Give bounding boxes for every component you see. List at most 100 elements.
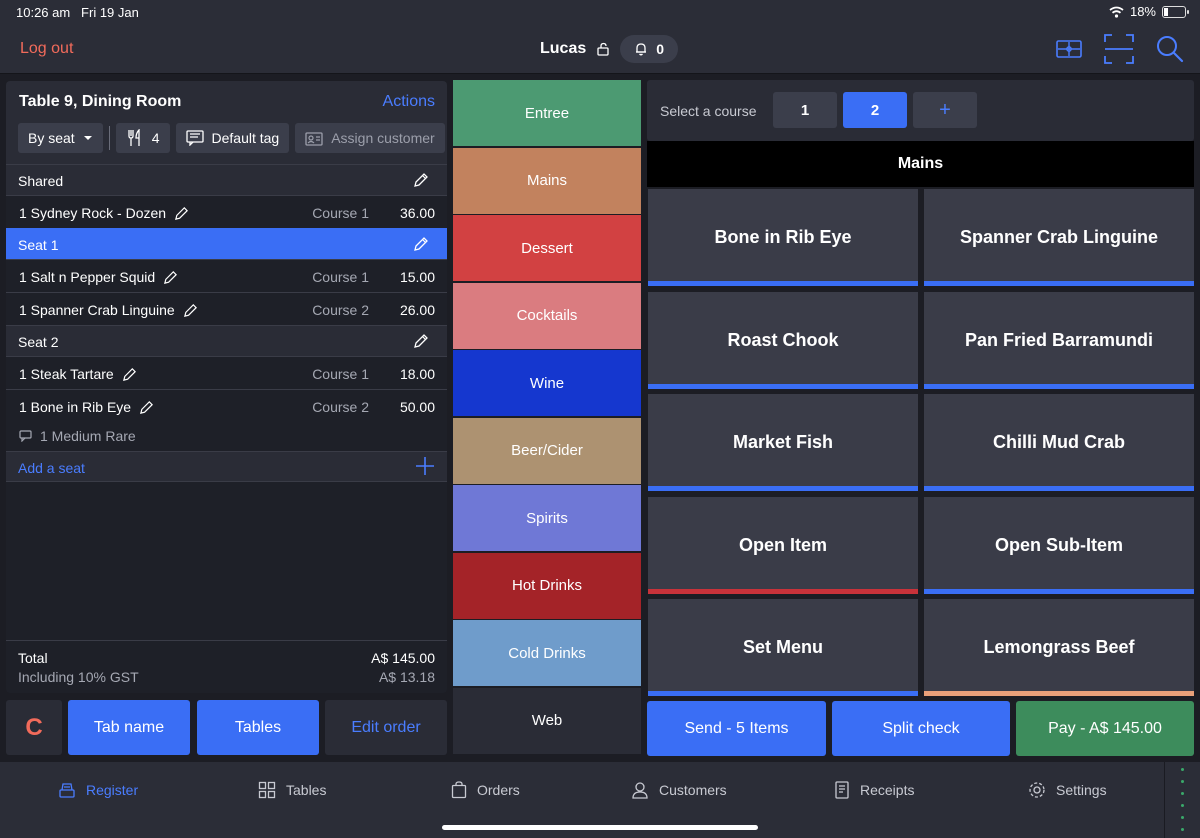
product-spanner-crab-linguine[interactable]: Spanner Crab Linguine <box>924 189 1194 286</box>
add-course-button[interactable]: + <box>913 92 977 128</box>
nav-label: Customers <box>659 782 727 798</box>
product-open-sub-item[interactable]: Open Sub-Item <box>924 497 1194 594</box>
product-open-item[interactable]: Open Item <box>648 497 918 594</box>
order-item-price: 26.00 <box>399 302 435 318</box>
gift-card-icon[interactable] <box>1056 39 1082 59</box>
order-item-row[interactable]: 1 Sydney Rock - Dozen Course 1 36.00 <box>6 195 447 228</box>
pay-button[interactable]: Pay - A$ 145.00 <box>1016 701 1194 756</box>
gst-label: Including 10% GST <box>18 669 139 685</box>
seat-1-section[interactable]: Seat 1 <box>6 228 447 259</box>
notifications-button[interactable]: 0 <box>620 35 679 63</box>
cutlery-icon <box>128 129 140 146</box>
course-selector: Select a course 1 2 + <box>647 80 1194 141</box>
covers-button[interactable]: 4 <box>115 123 170 153</box>
product-lemongrass-beef[interactable]: Lemongrass Beef <box>924 599 1194 696</box>
drag-handle[interactable] <box>1178 768 1186 838</box>
pencil-icon[interactable] <box>413 236 429 252</box>
category-web[interactable]: Web <box>453 687 641 754</box>
order-item-course: Course 1 <box>312 366 369 382</box>
product-chilli-mud-crab[interactable]: Chilli Mud Crab <box>924 394 1194 491</box>
gst-value: A$ 13.18 <box>378 669 435 685</box>
edit-order-button[interactable]: Edit order <box>325 700 447 755</box>
send-items-button[interactable]: Send - 5 Items <box>647 701 826 756</box>
battery-icon <box>1162 5 1189 18</box>
seat-2-section[interactable]: Seat 2 <box>6 325 447 356</box>
covers-count: 4 <box>151 130 160 146</box>
pencil-icon[interactable] <box>139 400 154 415</box>
tab-name-button[interactable]: Tab name <box>68 700 190 755</box>
category-entree[interactable]: Entree <box>453 80 641 146</box>
pencil-icon[interactable] <box>183 303 198 318</box>
product-label: Lemongrass Beef <box>983 637 1135 657</box>
caret-down-icon <box>83 136 92 140</box>
order-item-course: Course 1 <box>312 205 369 221</box>
category-mains[interactable]: Mains <box>453 147 641 214</box>
customers-icon <box>632 782 648 799</box>
shared-section[interactable]: Shared <box>6 164 447 195</box>
category-dessert[interactable]: Dessert <box>453 215 641 281</box>
order-item-row[interactable]: 1 Spanner Crab Linguine Course 2 26.00 <box>6 292 447 325</box>
clear-button[interactable]: C <box>6 700 62 755</box>
receipts-icon <box>835 781 849 799</box>
course-2-button[interactable]: 2 <box>843 92 907 128</box>
nav-receipts[interactable]: Receipts <box>834 781 914 799</box>
product-label: Roast Chook <box>727 330 839 350</box>
product-market-fish[interactable]: Market Fish <box>648 394 918 491</box>
pencil-icon[interactable] <box>122 367 137 382</box>
product-pan-fried-barramundi[interactable]: Pan Fried Barramundi <box>924 292 1194 389</box>
nav-register[interactable]: Register <box>58 781 138 799</box>
nav-label: Register <box>86 782 139 798</box>
category-wine[interactable]: Wine <box>453 350 641 416</box>
order-item-row[interactable]: 1 Salt n Pepper Squid Course 1 15.00 <box>6 259 447 292</box>
nav-tables[interactable]: Tables <box>258 781 326 799</box>
item-name-text: 1 Salt n Pepper Squid <box>19 269 156 285</box>
order-chip-row: By seat 4 Default tag Assign customer <box>18 123 445 153</box>
order-panel: Table 9, Dining Room Actions By seat 4 D… <box>6 81 447 693</box>
product-label: Pan Fried Barramundi <box>964 330 1154 350</box>
battery-percent: 18% <box>1129 4 1156 19</box>
total-value: A$ 145.00 <box>371 650 435 666</box>
category-cocktails[interactable]: Cocktails <box>453 282 641 349</box>
product-label: Chilli Mud Crab <box>993 432 1125 452</box>
user-name[interactable]: Lucas <box>540 40 586 58</box>
pencil-icon[interactable] <box>413 172 429 188</box>
nav-customers[interactable]: Customers <box>631 781 727 799</box>
product-color-bar <box>648 691 918 696</box>
product-set-menu[interactable]: Set Menu <box>648 599 918 696</box>
category-beer-cider[interactable]: Beer/Cider <box>453 417 641 484</box>
order-item-row[interactable]: 1 Bone in Rib Eye Course 2 50.00 1 Mediu… <box>6 389 447 451</box>
split-check-button[interactable]: Split check <box>832 701 1010 756</box>
customer-card-icon <box>305 132 323 146</box>
product-color-bar <box>924 589 1194 594</box>
actions-button[interactable]: Actions <box>383 93 435 111</box>
order-header: Table 9, Dining Room Actions By seat 4 D… <box>6 81 447 164</box>
pencil-icon[interactable] <box>174 206 189 221</box>
top-icons <box>1056 34 1184 64</box>
nav-orders[interactable]: Orders <box>451 781 520 799</box>
seat-2-label: Seat 2 <box>18 334 59 350</box>
product-label: Set Menu <box>742 637 823 657</box>
home-indicator[interactable] <box>442 825 758 830</box>
logout-button[interactable]: Log out <box>20 40 73 58</box>
tables-button[interactable]: Tables <box>197 700 319 755</box>
orders-icon <box>451 781 467 799</box>
product-roast-chook[interactable]: Roast Chook <box>648 292 918 389</box>
course-1-button[interactable]: 1 <box>773 92 837 128</box>
category-spirits[interactable]: Spirits <box>453 485 641 551</box>
pencil-icon[interactable] <box>163 270 178 285</box>
search-icon[interactable] <box>1156 35 1184 63</box>
category-cold-drinks[interactable]: Cold Drinks <box>453 620 641 686</box>
view-mode-select[interactable]: By seat <box>18 123 103 153</box>
scan-icon[interactable] <box>1104 34 1134 64</box>
pencil-icon[interactable] <box>413 333 429 349</box>
nav-settings[interactable]: Settings <box>1028 781 1107 799</box>
order-item-price: 18.00 <box>399 366 435 382</box>
assign-customer-button[interactable]: Assign customer <box>295 123 445 153</box>
default-tag-button[interactable]: Default tag <box>175 123 290 153</box>
unlock-icon[interactable] <box>596 42 610 56</box>
product-bone-in-rib-eye[interactable]: Bone in Rib Eye <box>648 189 918 286</box>
order-item-course: Course 1 <box>312 269 369 285</box>
order-item-row[interactable]: 1 Steak Tartare Course 1 18.00 <box>6 356 447 389</box>
category-hot-drinks[interactable]: Hot Drinks <box>453 552 641 619</box>
add-seat-button[interactable]: Add a seat <box>6 451 447 482</box>
